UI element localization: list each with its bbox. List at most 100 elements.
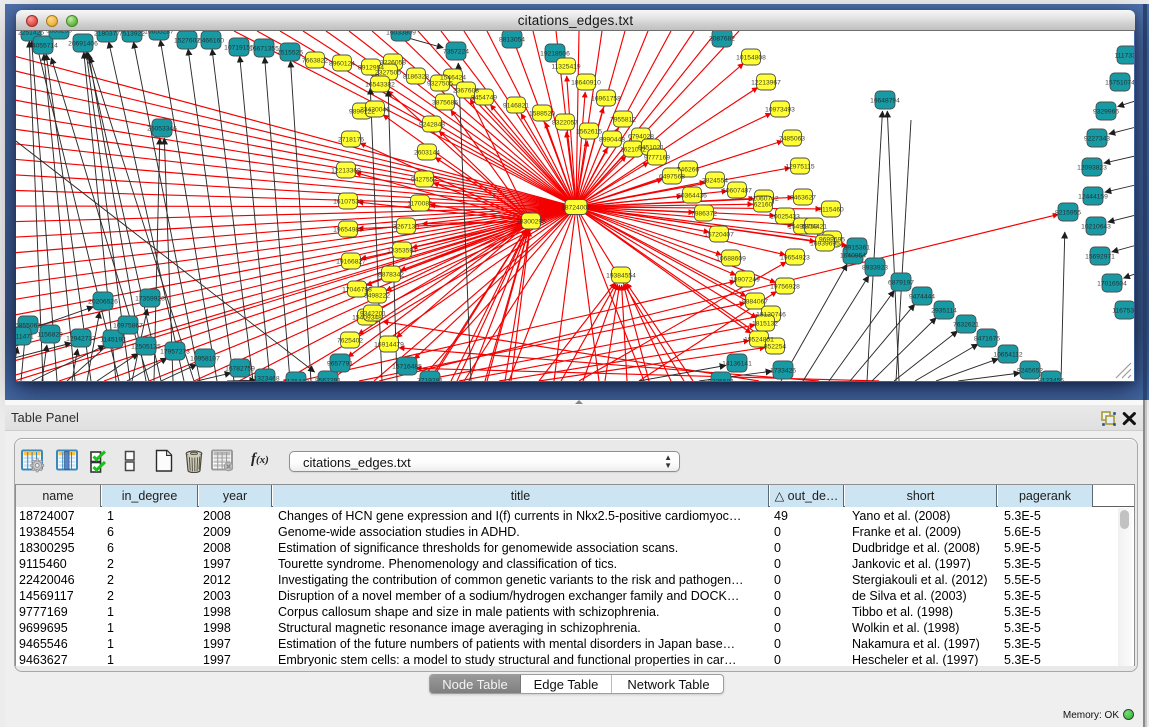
svg-text:6235581: 6235581 bbox=[708, 379, 734, 382]
svg-text:9884067: 9884067 bbox=[742, 299, 768, 306]
svg-text:8990448: 8990448 bbox=[599, 137, 625, 144]
svg-text:10654112: 10654112 bbox=[993, 352, 1023, 359]
svg-text:1815132: 1815132 bbox=[752, 321, 778, 328]
svg-text:8813054: 8813054 bbox=[499, 37, 525, 44]
svg-text:2251425: 2251425 bbox=[18, 31, 44, 37]
svg-text:1527602: 1527602 bbox=[174, 38, 200, 45]
svg-text:16671355: 16671355 bbox=[249, 46, 279, 53]
svg-text:6879197: 6879197 bbox=[888, 280, 914, 287]
svg-text:1170081: 1170081 bbox=[407, 201, 433, 208]
svg-text:6497568: 6497568 bbox=[659, 174, 685, 181]
svg-text:9535290: 9535290 bbox=[46, 31, 72, 35]
svg-text:12093823: 12093823 bbox=[1077, 165, 1107, 172]
svg-text:1733426: 1733426 bbox=[770, 368, 796, 375]
svg-text:2603144: 2603144 bbox=[414, 150, 440, 157]
svg-text:10958107: 10958107 bbox=[190, 356, 220, 363]
svg-text:18907249: 18907249 bbox=[730, 277, 760, 284]
svg-text:10025433: 10025433 bbox=[770, 214, 800, 221]
svg-text:7485063: 7485063 bbox=[779, 136, 805, 143]
svg-text:13353594: 13353594 bbox=[387, 248, 417, 255]
svg-text:12942737: 12942737 bbox=[66, 336, 96, 343]
svg-text:10154808: 10154808 bbox=[736, 55, 766, 62]
svg-text:16107533: 16107533 bbox=[333, 199, 363, 206]
svg-text:2180377: 2180377 bbox=[94, 31, 120, 38]
svg-text:6451021: 6451021 bbox=[638, 145, 664, 152]
svg-text:16914479: 16914479 bbox=[374, 342, 404, 349]
svg-text:9242848: 9242848 bbox=[419, 122, 445, 129]
svg-text:746266: 746266 bbox=[677, 167, 700, 174]
svg-text:10975867: 10975867 bbox=[113, 323, 143, 330]
svg-text:12213369: 12213369 bbox=[331, 168, 361, 175]
svg-text:23420046: 23420046 bbox=[360, 107, 390, 114]
svg-text:10655287: 10655287 bbox=[144, 31, 174, 36]
svg-text:18724007: 18724007 bbox=[561, 205, 591, 212]
svg-text:19166827: 19166827 bbox=[336, 259, 366, 266]
svg-text:6466160: 6466160 bbox=[198, 38, 224, 45]
svg-text:12444159: 12444159 bbox=[1078, 194, 1108, 201]
svg-text:16939695: 16939695 bbox=[810, 241, 840, 248]
svg-text:1588520: 1588520 bbox=[529, 111, 555, 118]
svg-text:15751074: 15751074 bbox=[1105, 80, 1134, 87]
svg-text:1640954: 1640954 bbox=[840, 253, 866, 260]
svg-text:1117334: 1117334 bbox=[1114, 53, 1134, 60]
svg-text:852254: 852254 bbox=[764, 344, 787, 351]
svg-text:9176443: 9176443 bbox=[283, 379, 309, 382]
svg-text:9342201: 9342201 bbox=[360, 311, 386, 318]
svg-text:5855061: 5855061 bbox=[16, 323, 41, 330]
svg-text:10210643: 10210643 bbox=[1081, 224, 1111, 231]
svg-text:14136141: 14136141 bbox=[722, 361, 752, 368]
svg-text:16648794: 16648794 bbox=[870, 98, 900, 105]
svg-text:20206526: 20206526 bbox=[88, 299, 118, 306]
svg-text:9115460: 9115460 bbox=[818, 207, 844, 214]
svg-text:9327505: 9327505 bbox=[427, 81, 453, 88]
svg-text:2327505: 2327505 bbox=[375, 70, 401, 77]
svg-text:16033809: 16033809 bbox=[386, 31, 416, 37]
svg-text:7955812: 7955812 bbox=[610, 117, 636, 124]
svg-text:7515526: 7515526 bbox=[277, 50, 303, 57]
svg-text:18640910: 18640910 bbox=[571, 80, 601, 87]
svg-text:1167533: 1167533 bbox=[1112, 308, 1134, 315]
svg-text:16961758: 16961758 bbox=[591, 96, 621, 103]
svg-text:9777169: 9777169 bbox=[644, 155, 670, 162]
svg-text:15692971: 15692971 bbox=[1085, 254, 1115, 261]
svg-text:12975115: 12975115 bbox=[785, 164, 815, 171]
svg-text:9329966: 9329966 bbox=[1093, 109, 1119, 116]
svg-text:3824554: 3824554 bbox=[702, 178, 728, 185]
svg-text:6794028: 6794028 bbox=[628, 134, 654, 141]
svg-text:1145193: 1145193 bbox=[100, 337, 126, 344]
svg-text:18300295: 18300295 bbox=[516, 219, 546, 226]
svg-text:2367608: 2367608 bbox=[453, 88, 479, 95]
svg-text:19524851: 19524851 bbox=[744, 337, 774, 344]
svg-text:11323468: 11323468 bbox=[250, 376, 280, 382]
svg-text:7986372: 7986372 bbox=[691, 211, 717, 218]
svg-text:2087682: 2087682 bbox=[709, 36, 735, 43]
svg-text:8186328: 8186328 bbox=[403, 74, 429, 81]
svg-text:8933923: 8933923 bbox=[862, 265, 888, 272]
svg-text:10688609: 10688609 bbox=[716, 256, 746, 263]
svg-text:8878342: 8878342 bbox=[378, 272, 404, 279]
svg-text:8471676: 8471676 bbox=[974, 336, 1000, 343]
svg-text:12213967: 12213967 bbox=[751, 80, 781, 87]
svg-text:2718176: 2718176 bbox=[338, 137, 364, 144]
svg-text:19756928: 19756928 bbox=[770, 284, 800, 291]
svg-text:2935114: 2935114 bbox=[931, 308, 957, 315]
svg-text:8960124: 8960124 bbox=[329, 61, 355, 68]
svg-text:17359928: 17359928 bbox=[135, 296, 165, 303]
svg-text:1156829: 1156829 bbox=[37, 332, 63, 339]
svg-text:20691406: 20691406 bbox=[68, 41, 98, 48]
svg-text:8454749: 8454749 bbox=[471, 95, 497, 102]
svg-text:19654923: 19654923 bbox=[780, 255, 810, 262]
svg-text:1804421: 1804421 bbox=[801, 224, 827, 231]
svg-text:9915361: 9915361 bbox=[844, 245, 870, 252]
svg-text:15720407: 15720407 bbox=[704, 232, 734, 239]
svg-text:9657791: 9657791 bbox=[327, 361, 353, 368]
svg-text:19384554: 19384554 bbox=[606, 273, 636, 280]
svg-text:16782759: 16782759 bbox=[225, 366, 255, 373]
svg-text:9227343: 9227343 bbox=[1084, 136, 1110, 143]
svg-text:8215955: 8215955 bbox=[1055, 210, 1081, 217]
svg-text:8322057: 8322057 bbox=[552, 120, 578, 127]
svg-text:8123456: 8123456 bbox=[1038, 378, 1064, 382]
svg-text:18120746: 18120746 bbox=[756, 312, 786, 319]
svg-text:7357224: 7357224 bbox=[443, 49, 469, 56]
svg-text:16543382: 16543382 bbox=[365, 82, 395, 89]
